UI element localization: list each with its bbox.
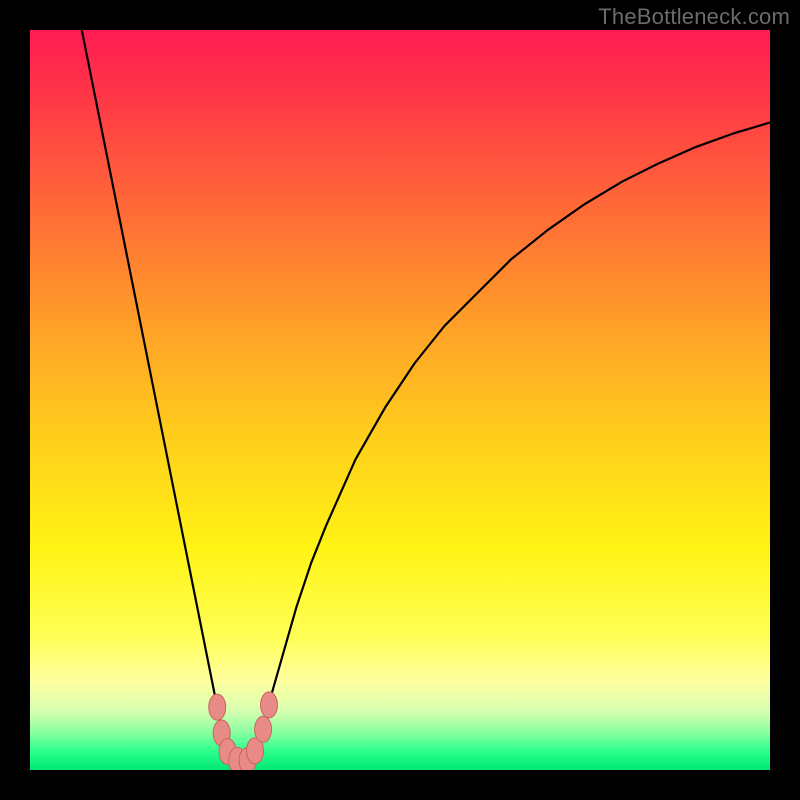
curve-marker (255, 716, 272, 742)
chart-svg (30, 30, 770, 770)
watermark-text: TheBottleneck.com (598, 4, 790, 30)
gradient-background (30, 30, 770, 770)
curve-marker (209, 694, 226, 720)
curve-marker (261, 692, 278, 718)
plot-area (30, 30, 770, 770)
chart-frame: TheBottleneck.com (0, 0, 800, 800)
